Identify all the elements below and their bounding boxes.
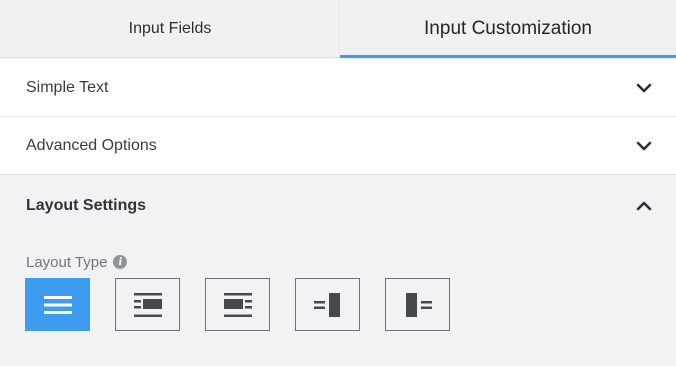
tab-bar: Input Fields Input Customization [0,0,676,58]
layout-option-block-right[interactable] [295,278,360,331]
section-layout-settings[interactable]: Layout Settings [0,176,676,236]
tab-input-customization-label: Input Customization [424,18,592,39]
layout-option-block-left[interactable] [385,278,450,331]
chevron-down-icon [636,141,652,150]
section-advanced-options[interactable]: Advanced Options [0,117,676,175]
full-width-lines-icon [43,295,72,314]
info-icon[interactable]: i [113,255,128,269]
label-left-icon [133,292,162,317]
layout-type-label: Layout Type [26,253,108,271]
tab-input-customization[interactable]: Input Customization [340,0,676,58]
label-right-icon [223,292,252,317]
tab-input-fields-label: Input Fields [128,19,212,37]
section-layout-settings-title: Layout Settings [26,197,147,214]
block-right-icon [313,292,340,317]
layout-option-label-left[interactable] [115,278,180,331]
chevron-up-icon [636,201,652,211]
layout-option-label-right[interactable] [205,278,270,331]
layout-option-full-width[interactable] [25,278,90,331]
section-simple-text[interactable]: Simple Text [0,59,676,117]
active-tab-indicator [340,55,676,58]
tab-divider [339,0,340,58]
block-left-icon [405,292,432,317]
section-simple-text-title: Simple Text [26,78,109,96]
section-advanced-options-title: Advanced Options [26,136,157,154]
chevron-down-icon [636,83,652,92]
tab-input-fields[interactable]: Input Fields [0,0,340,58]
layout-type-label-row: Layout Type i [26,252,128,272]
